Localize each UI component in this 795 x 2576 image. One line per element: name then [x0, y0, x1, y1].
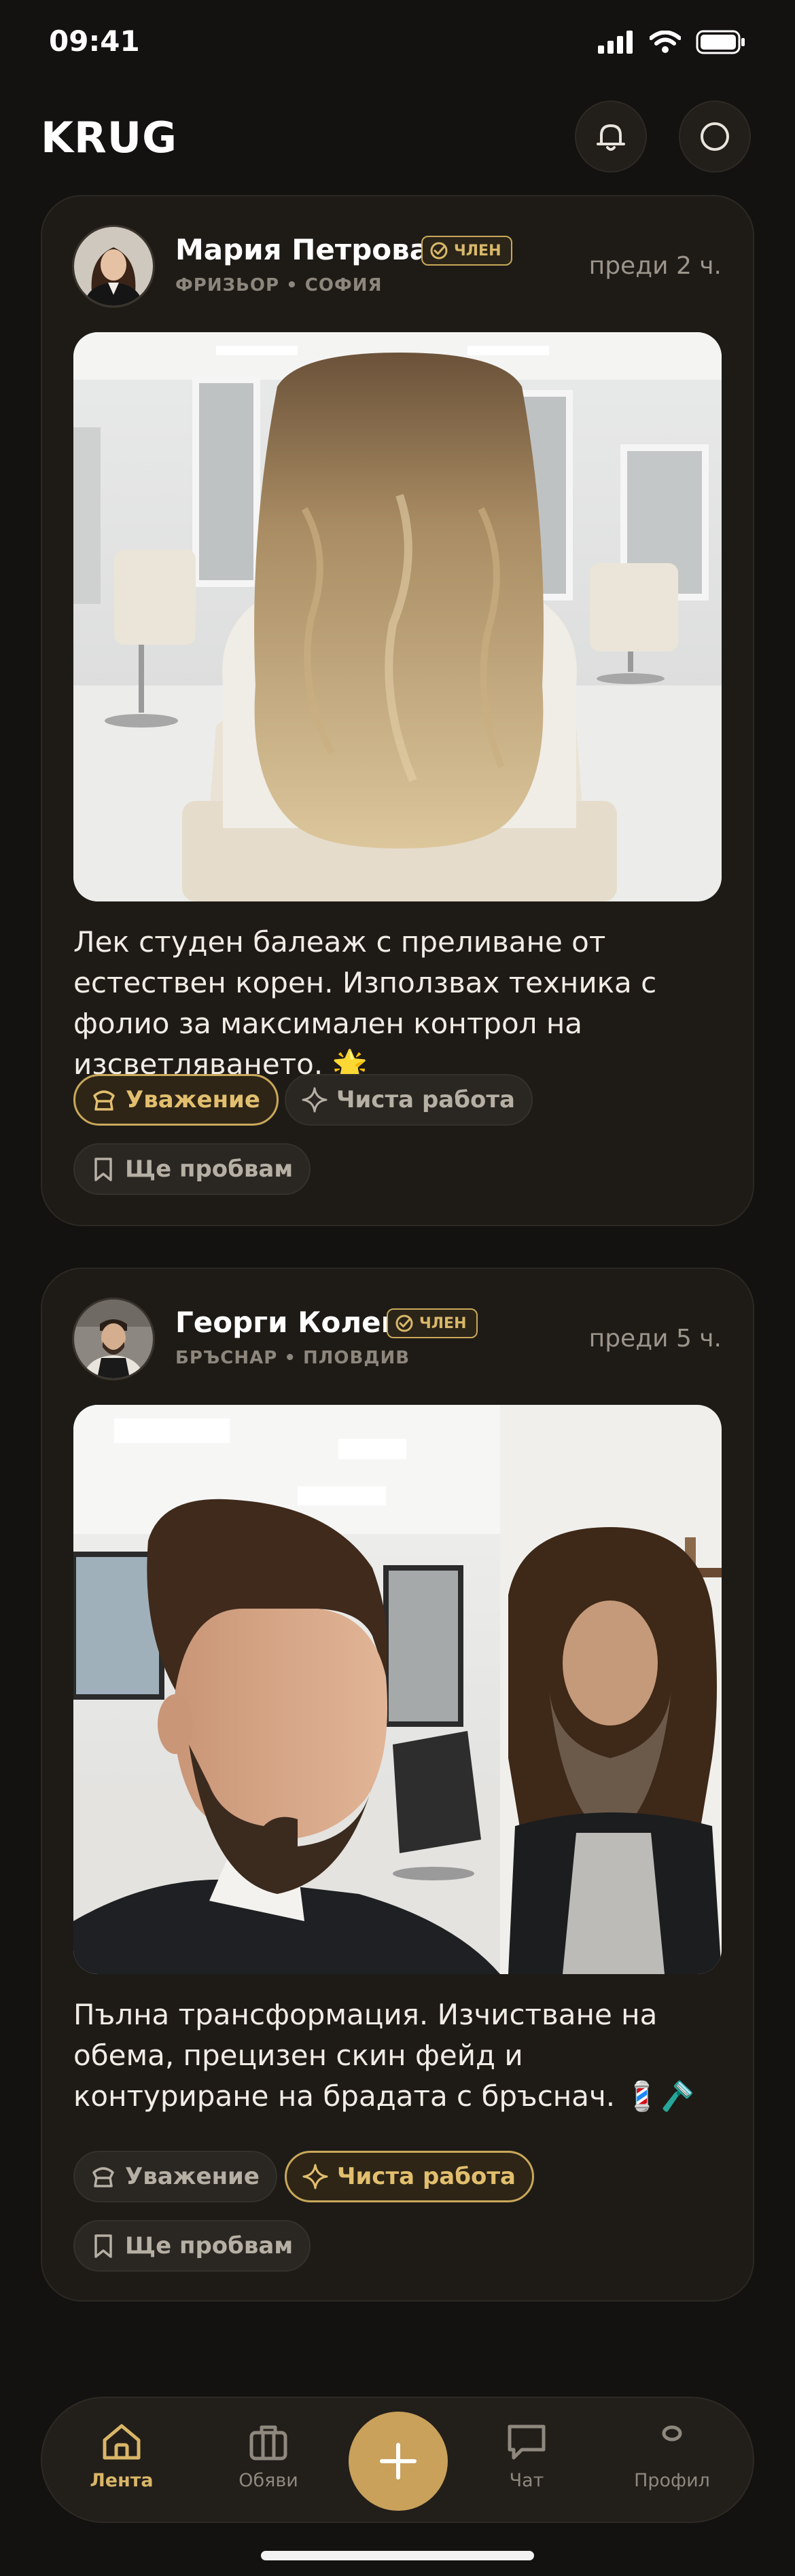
profile-icon: [701, 122, 729, 151]
post-time: преди 5 ч.: [588, 1325, 722, 1353]
reaction-respect-chip[interactable]: Уважение: [73, 2151, 277, 2202]
app-header: KRUG: [0, 95, 795, 177]
create-post-button[interactable]: [349, 2412, 448, 2511]
member-badge: ЧЛЕН: [387, 1308, 478, 1338]
nav-chat[interactable]: Чат: [476, 2422, 578, 2491]
post-card: Георги Колев ЧЛЕН БРЪСНАР • ПЛОВДИВ пред…: [41, 1268, 754, 2302]
status-time: 09:41: [49, 24, 140, 58]
post-text: Лек студен балеаж с преливане от естеств…: [73, 925, 657, 1081]
post-time: преди 2 ч.: [588, 252, 722, 280]
app-logo: KRUG: [41, 113, 178, 162]
post-card: Мария Петрова ЧЛЕН ФРИЗЬОР • СОФИЯ преди…: [41, 195, 754, 1226]
status-bar: 09:41: [0, 0, 795, 88]
bell-icon: [597, 124, 625, 151]
respect-icon: [92, 2167, 114, 2187]
reaction-clean-work-chip[interactable]: Чиста работа: [285, 2151, 534, 2202]
author-name[interactable]: Георги Колев: [175, 1306, 399, 1339]
home-indicator: [261, 2551, 534, 2560]
post-text: Пълна трансформация. Изчистване на обема…: [73, 1998, 696, 2113]
avatar[interactable]: [72, 1298, 155, 1380]
reaction-respect-chip[interactable]: Уважение: [73, 1074, 279, 1126]
briefcase-icon: [249, 2425, 287, 2461]
verified-icon: [395, 1314, 413, 1332]
bottom-nav: Лента Обяви Чат Профил: [41, 2397, 754, 2523]
nav-label: Обяви: [238, 2470, 298, 2491]
profile-button[interactable]: [679, 101, 751, 173]
sparkle-icon: [302, 1087, 328, 1113]
badge-label: ЧЛЕН: [419, 1314, 467, 1332]
chip-label: Ще пробвам: [125, 2232, 294, 2259]
notifications-button[interactable]: [575, 101, 647, 173]
verified-icon: [430, 242, 448, 260]
chat-icon: [508, 2425, 546, 2460]
badge-label: ЧЛЕН: [454, 242, 501, 260]
bookmark-icon: [94, 1158, 112, 1181]
nav-listings[interactable]: Обяви: [217, 2422, 319, 2491]
user-icon: [662, 2425, 682, 2441]
reaction-try-chip[interactable]: Ще пробвам: [73, 1143, 311, 1195]
reaction-clean-work-chip[interactable]: Чиста работа: [285, 1074, 533, 1126]
chip-label: Ще пробвам: [125, 1156, 294, 1183]
author-meta: ФРИЗЬОР • СОФИЯ: [175, 275, 383, 296]
chip-label: Чиста работа: [337, 2163, 516, 2190]
nav-feed[interactable]: Лента: [71, 2422, 173, 2491]
bookmark-icon: [94, 2234, 112, 2258]
status-icons: [598, 30, 746, 54]
post-photo[interactable]: [73, 332, 722, 901]
home-icon: [103, 2424, 141, 2460]
chip-label: Уважение: [125, 2163, 260, 2190]
wifi-icon: [650, 31, 681, 53]
plus-icon: [380, 2443, 417, 2480]
nav-label: Лента: [90, 2470, 154, 2491]
battery-icon: [696, 30, 745, 54]
post-photo[interactable]: [73, 1405, 722, 1974]
nav-label: Чат: [509, 2470, 544, 2491]
nav-label: Профил: [634, 2470, 710, 2491]
sparkle-icon: [302, 2164, 328, 2189]
reaction-try-chip[interactable]: Ще пробвам: [73, 2220, 311, 2272]
chip-label: Уважение: [126, 1086, 260, 1113]
avatar[interactable]: [72, 225, 155, 308]
author-name[interactable]: Мария Петрова: [175, 233, 429, 266]
respect-icon: [93, 1090, 115, 1111]
author-meta: БРЪСНАР • ПЛОВДИВ: [175, 1348, 410, 1368]
nav-profile[interactable]: Профил: [621, 2422, 723, 2491]
chip-label: Чиста работа: [336, 1086, 515, 1113]
signal-icon: [598, 31, 633, 54]
member-badge: ЧЛЕН: [421, 236, 512, 266]
